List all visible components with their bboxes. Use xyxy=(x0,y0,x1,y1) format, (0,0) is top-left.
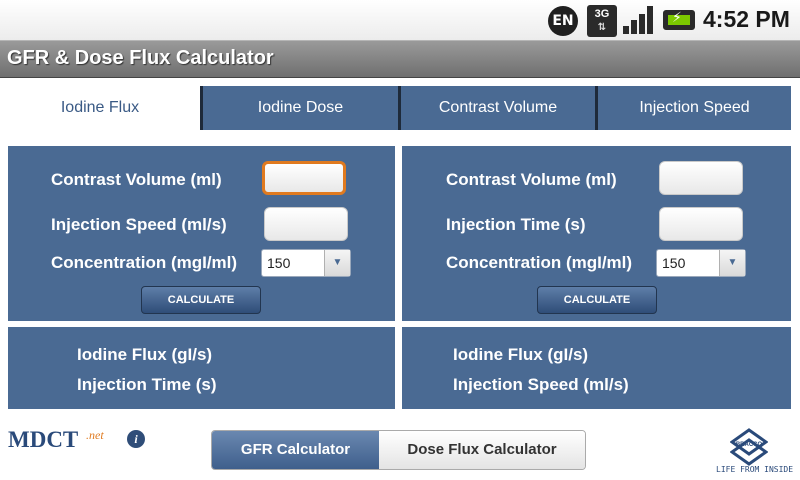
left-results-panel: Iodine Flux (gI/s) Injection Time (s) xyxy=(8,327,395,409)
tab-iodine-flux[interactable]: Iodine Flux xyxy=(0,86,203,130)
info-icon[interactable]: i xyxy=(127,430,145,448)
iodine-flux-result-label: Iodine Flux (gI/s) xyxy=(453,345,589,364)
injection-time-label: Injection Time (s) xyxy=(446,215,586,234)
battery-charging-icon: ⚡ xyxy=(663,9,695,30)
concentration-label: Concentration (mgI/ml) xyxy=(446,253,633,272)
tab-injection-speed[interactable]: Injection Speed xyxy=(598,86,791,130)
calculate-button[interactable]: CALCULATE xyxy=(141,286,261,314)
contrast-volume-input[interactable] xyxy=(659,161,743,195)
bracco-tagline: LIFE FROM INSIDE xyxy=(716,465,794,474)
iodine-flux-result-label: Iodine Flux (gI/s) xyxy=(77,345,213,364)
contrast-volume-label: Contrast Volume (ml) xyxy=(446,170,617,189)
concentration-value: 150 xyxy=(662,255,686,271)
calculate-button[interactable]: CALCULATE xyxy=(537,286,657,314)
bracco-logo[interactable]: BRACCO xyxy=(730,428,768,466)
concentration-label: Concentration (mgI/ml) xyxy=(51,253,238,272)
injection-speed-label: Injection Speed (ml/s) xyxy=(51,215,227,234)
status-bar: EN 3G ⇅ ⚡ 4:52 PM xyxy=(0,0,800,40)
contrast-volume-label: Contrast Volume (ml) xyxy=(51,170,222,189)
injection-time-result-label: Injection Time (s) xyxy=(77,375,217,394)
contrast-volume-input[interactable] xyxy=(262,161,346,195)
bracco-wordmark: BRACCO xyxy=(736,442,763,448)
injection-time-input[interactable] xyxy=(659,207,743,241)
concentration-select[interactable]: 150 ▼ xyxy=(261,249,351,277)
tab-bar: Iodine Flux Iodine Dose Contrast Volume … xyxy=(0,86,800,130)
right-input-panel: Contrast Volume (ml) Injection Time (s) … xyxy=(402,146,791,321)
clock: 4:52 PM xyxy=(703,6,790,32)
concentration-select[interactable]: 150 ▼ xyxy=(656,249,746,277)
chevron-down-icon: ▼ xyxy=(324,250,350,276)
mdct-logo-suffix: .net xyxy=(86,428,104,442)
app-title: GFR & Dose Flux Calculator xyxy=(7,47,274,69)
injection-speed-input[interactable] xyxy=(264,207,348,241)
data-arrows-icon: ⇅ xyxy=(597,22,607,33)
tab-iodine-dose[interactable]: Iodine Dose xyxy=(203,86,401,130)
app-title-bar: GFR & Dose Flux Calculator xyxy=(0,40,800,78)
calculator-switcher: GFR Calculator Dose Flux Calculator xyxy=(211,430,586,470)
concentration-value: 150 xyxy=(267,255,291,271)
gfr-calculator-button[interactable]: GFR Calculator xyxy=(212,431,379,469)
tab-contrast-volume[interactable]: Contrast Volume xyxy=(401,86,598,130)
left-input-panel: Contrast Volume (ml) Injection Speed (ml… xyxy=(8,146,395,321)
dose-flux-calculator-button[interactable]: Dose Flux Calculator xyxy=(379,431,585,469)
injection-speed-result-label: Injection Speed (ml/s) xyxy=(453,375,629,394)
mdct-logo[interactable]: MDCT xyxy=(8,427,78,453)
right-results-panel: Iodine Flux (gI/s) Injection Speed (ml/s… xyxy=(402,327,791,409)
signal-strength-icon xyxy=(623,6,657,34)
network-type: 3G xyxy=(594,8,610,20)
chevron-down-icon: ▼ xyxy=(719,250,745,276)
network-3g-icon: 3G ⇅ xyxy=(587,5,617,37)
language-indicator: EN xyxy=(548,6,578,36)
